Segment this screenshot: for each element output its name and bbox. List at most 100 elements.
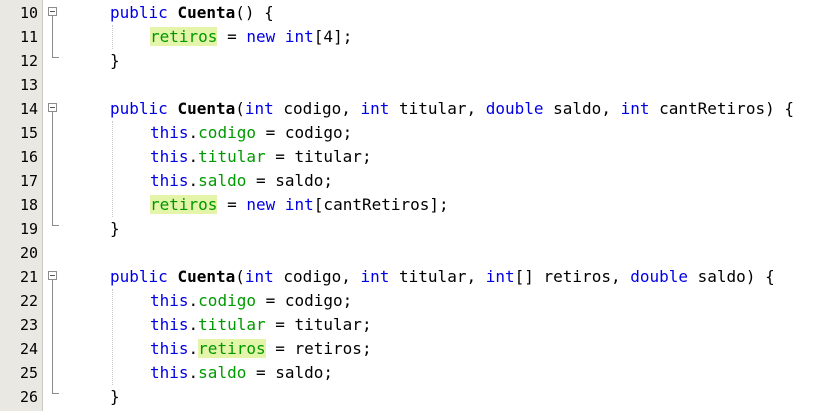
text-token: = codigo; — [255, 123, 353, 142]
highlighted-field-token: retiros — [198, 339, 266, 358]
class-name-token: Cuenta — [177, 3, 236, 22]
code-text: public Cuenta(int codigo, int titular, i… — [110, 265, 775, 289]
line-number: 10 — [19, 4, 38, 22]
text-token: () { — [235, 3, 274, 22]
keyword-token: this — [150, 339, 189, 358]
text-token: . — [188, 339, 199, 358]
keyword-token: public — [110, 99, 168, 118]
keyword-token: int — [620, 99, 650, 118]
keyword-token: int — [485, 267, 515, 286]
code-text: } — [110, 385, 120, 409]
text-token: . — [188, 315, 199, 334]
code-line[interactable]: 11 retiros = new int[4]; — [0, 25, 833, 49]
code-text: this.titular = titular; — [150, 145, 372, 169]
code-text: this.retiros = retiros; — [150, 337, 372, 361]
code-text: this.codigo = codigo; — [150, 121, 352, 145]
keyword-token: int — [284, 27, 314, 46]
text-token: . — [188, 123, 199, 142]
fold-toggle-icon[interactable] — [48, 103, 57, 112]
text-token: [4]; — [313, 27, 353, 46]
indent-guide — [112, 121, 113, 217]
code-line[interactable]: 14 public Cuenta(int codigo, int titular,… — [0, 97, 833, 121]
text-token: titular, — [389, 99, 486, 118]
code-editor[interactable]: 10 public Cuenta() {11 retiros = new int[4… — [0, 0, 833, 411]
keyword-token: this — [150, 291, 189, 310]
text-token: = titular; — [265, 315, 372, 334]
line-number: 13 — [19, 76, 38, 94]
code-line[interactable]: 10 public Cuenta() { — [0, 1, 833, 25]
text-token: . — [188, 291, 199, 310]
code-line[interactable]: 21 public Cuenta(int codigo, int titular,… — [0, 265, 833, 289]
highlighted-field-token: retiros — [150, 195, 218, 214]
text-token: codigo, — [273, 267, 361, 286]
line-number: 22 — [19, 292, 38, 310]
code-line[interactable]: 12} — [0, 49, 833, 73]
text-token: cantRetiros) { — [649, 99, 794, 118]
keyword-token: int — [244, 267, 274, 286]
line-number: 24 — [19, 340, 38, 358]
fold-end-marker — [52, 385, 59, 394]
code-text: } — [110, 49, 120, 73]
code-line[interactable]: 18 retiros = new int[cantRetiros]; — [0, 193, 833, 217]
text-token: . — [188, 147, 199, 166]
fold-end-marker — [52, 217, 59, 226]
fold-toggle-icon[interactable] — [48, 271, 57, 280]
text-token: = codigo; — [255, 291, 353, 310]
line-number: 12 — [19, 52, 38, 70]
keyword-token: new — [246, 27, 276, 46]
keyword-token: int — [360, 267, 390, 286]
code-text: } — [110, 217, 120, 241]
class-name-token: Cuenta — [177, 99, 236, 118]
fold-range-line — [52, 16, 53, 49]
keyword-token: public — [110, 3, 168, 22]
code-line[interactable]: 24 this.retiros = retiros; — [0, 337, 833, 361]
code-line[interactable]: 17 this.saldo = saldo; — [0, 169, 833, 193]
keyword-token: this — [150, 171, 189, 190]
code-text: retiros = new int[4]; — [150, 25, 352, 49]
keyword-token: double — [485, 99, 544, 118]
field-token: saldo — [198, 171, 247, 190]
code-line[interactable]: 20 — [0, 241, 833, 265]
code-line[interactable]: 13 — [0, 73, 833, 97]
fold-toggle-icon[interactable] — [48, 7, 57, 16]
keyword-token: new — [246, 195, 276, 214]
text-token: = retiros; — [265, 339, 372, 358]
code-line[interactable]: 15 this.codigo = codigo; — [0, 121, 833, 145]
code-line[interactable]: 25 this.saldo = saldo; — [0, 361, 833, 385]
code-line[interactable]: 19} — [0, 217, 833, 241]
keyword-token: int — [244, 99, 274, 118]
keyword-token: int — [284, 195, 314, 214]
line-number: 23 — [19, 316, 38, 334]
code-line[interactable]: 23 this.titular = titular; — [0, 313, 833, 337]
fold-range-line — [52, 280, 53, 385]
code-text: this.titular = titular; — [150, 313, 372, 337]
line-number: 25 — [19, 364, 38, 382]
text-token: titular, — [389, 267, 486, 286]
line-number: 17 — [19, 172, 38, 190]
text-token: saldo, — [543, 99, 621, 118]
fold-range-line — [52, 112, 53, 217]
text-token: codigo, — [273, 99, 361, 118]
field-token: codigo — [198, 123, 256, 142]
text-token: . — [188, 171, 199, 190]
keyword-token: double — [630, 267, 689, 286]
code-line[interactable]: 16 this.titular = titular; — [0, 145, 833, 169]
indent-guide — [112, 25, 113, 49]
field-token: titular — [198, 147, 266, 166]
code-text: this.saldo = saldo; — [150, 361, 333, 385]
code-text: this.saldo = saldo; — [150, 169, 333, 193]
indent-guide — [112, 289, 113, 385]
code-line[interactable]: 26} — [0, 385, 833, 409]
code-line[interactable]: 22 this.codigo = codigo; — [0, 289, 833, 313]
field-token: codigo — [198, 291, 256, 310]
code-text: public Cuenta() { — [110, 1, 274, 25]
code-text: retiros = new int[cantRetiros]; — [150, 193, 449, 217]
text-token: } — [110, 219, 120, 238]
text-token: } — [110, 387, 120, 406]
line-number: 26 — [19, 388, 38, 406]
field-token: titular — [198, 315, 266, 334]
